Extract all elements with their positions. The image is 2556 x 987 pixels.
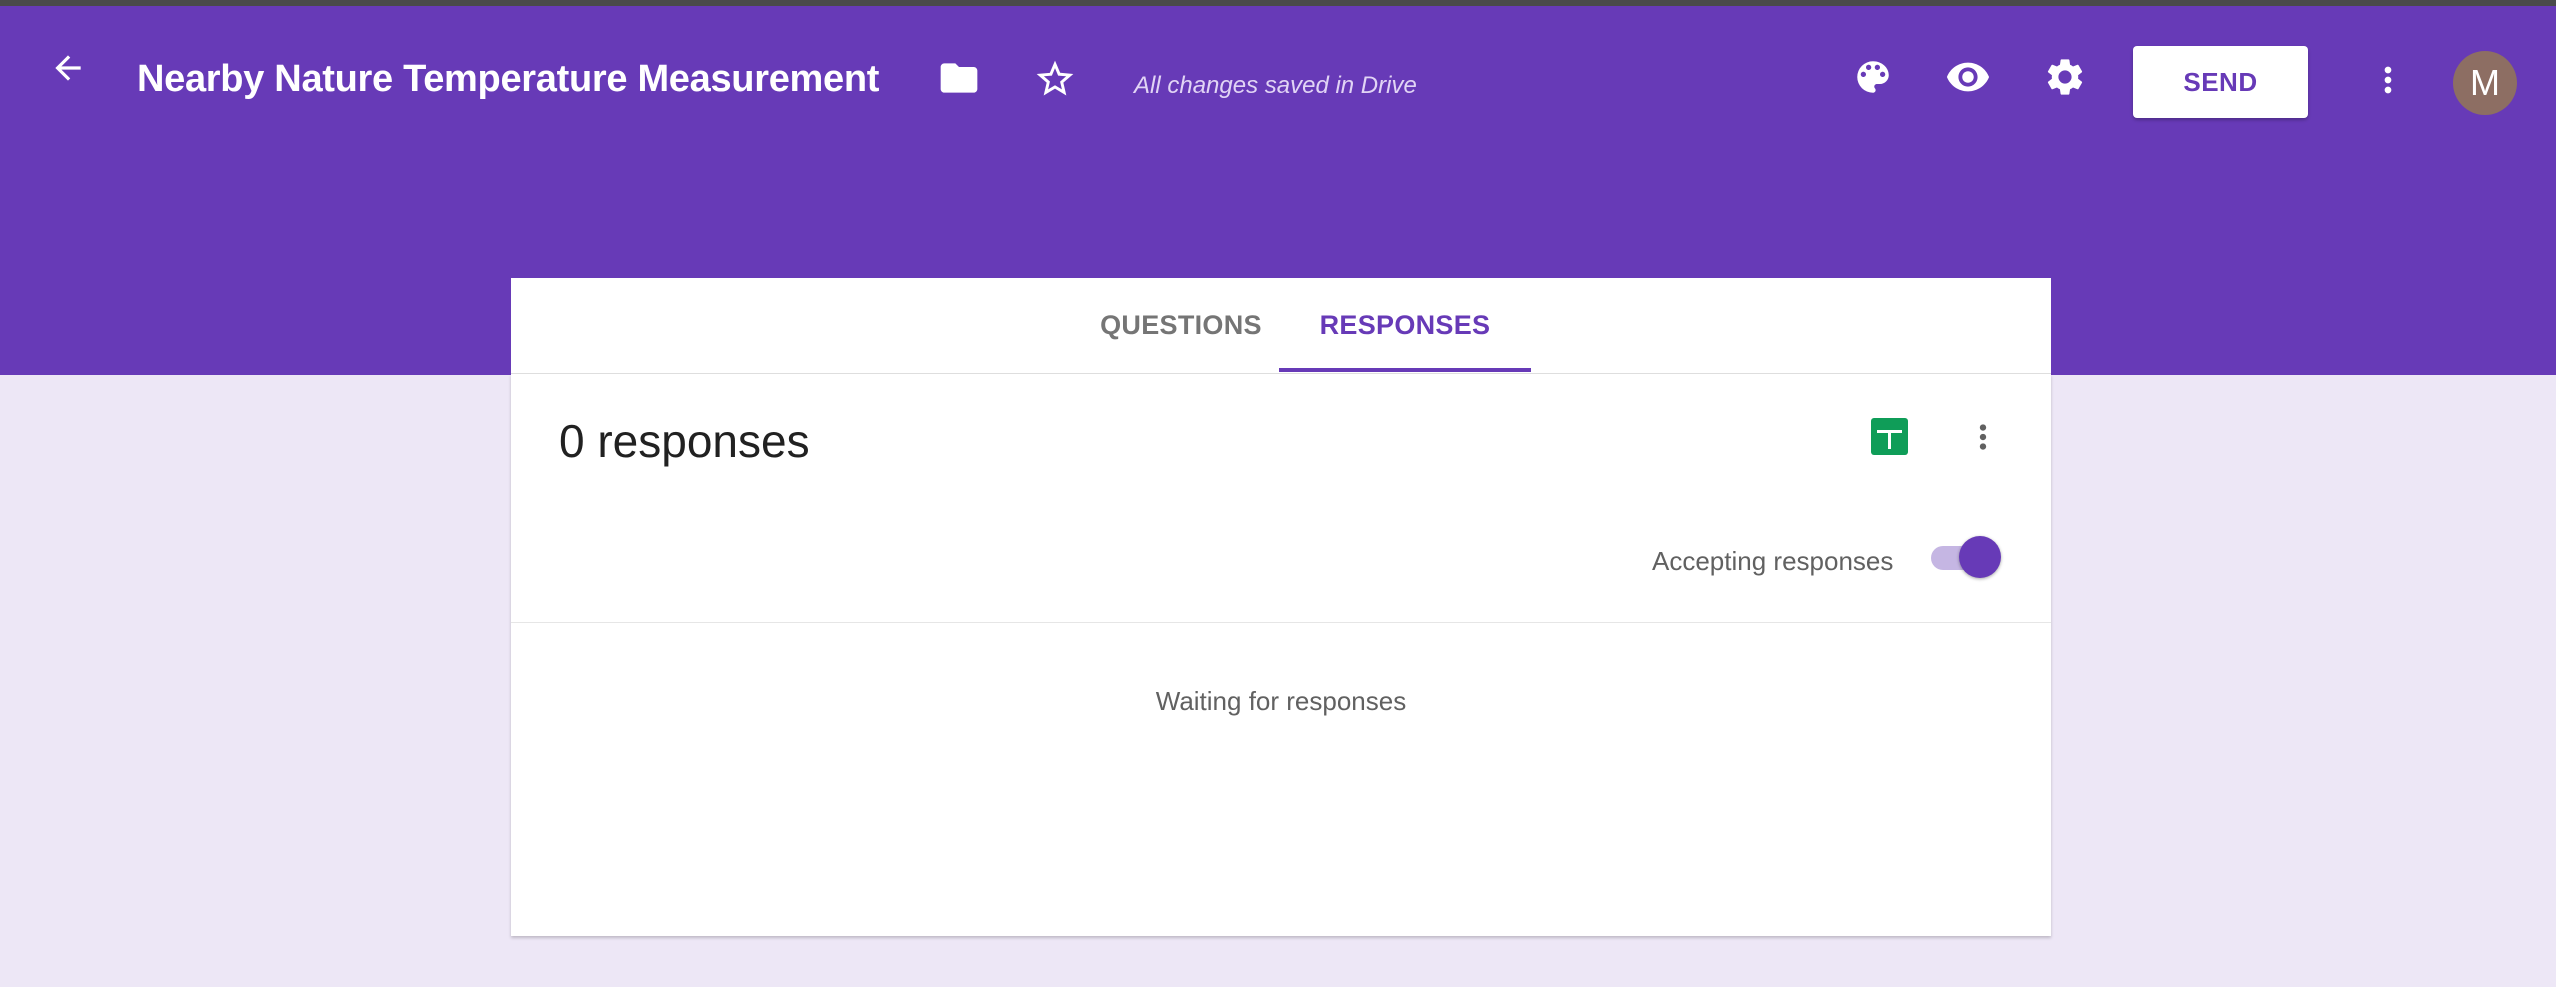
arrow-left-icon [55, 55, 81, 81]
tab-questions[interactable]: QUESTIONS [1056, 278, 1306, 373]
divider [511, 622, 2051, 623]
folder-icon [940, 63, 978, 93]
more-vert-icon [1979, 424, 1987, 450]
settings-button[interactable] [2040, 52, 2090, 102]
more-options-button[interactable] [2364, 54, 2412, 106]
move-to-folder-button[interactable] [934, 54, 984, 102]
google-sheets-icon[interactable] [1871, 418, 1908, 455]
accepting-responses-label: Accepting responses [1652, 546, 1894, 576]
send-button[interactable]: SEND [2133, 46, 2308, 118]
response-count: 0 responses [559, 415, 810, 467]
responses-more-button[interactable] [1963, 414, 2003, 460]
back-button[interactable] [44, 44, 92, 92]
active-tab-indicator [1279, 368, 1531, 372]
palette-icon [1857, 61, 1889, 93]
eye-icon [1946, 62, 1990, 92]
preview-button[interactable] [1942, 52, 1994, 102]
responses-card: 0 responses Accepting responses Waiting … [511, 374, 2051, 936]
accepting-responses-toggle[interactable] [1929, 534, 2005, 578]
form-title[interactable]: Nearby Nature Temperature Measurement [137, 58, 879, 101]
empty-state-message: Waiting for responses [1155, 686, 1407, 716]
tab-responses[interactable]: RESPONSES [1279, 278, 1531, 373]
gear-icon [2047, 59, 2083, 95]
toggle-thumb [1959, 536, 2001, 578]
customize-theme-button[interactable] [1848, 52, 1898, 102]
star-button[interactable] [1030, 54, 1080, 104]
star-outline-icon [1036, 60, 1074, 96]
tab-bar: QUESTIONS RESPONSES [511, 278, 2051, 374]
more-vert-icon [2384, 66, 2392, 94]
save-status: All changes saved in Drive [1134, 72, 1417, 99]
avatar[interactable]: M [2453, 51, 2517, 115]
